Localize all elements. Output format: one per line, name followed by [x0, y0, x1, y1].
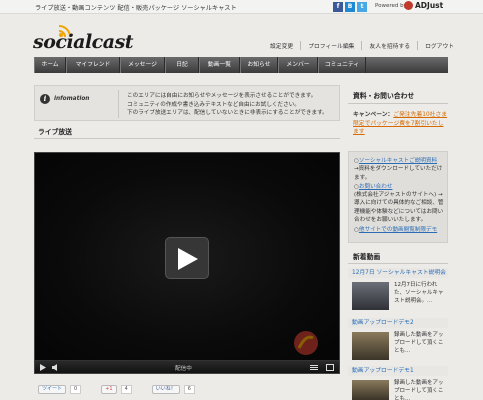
video-player[interactable]: 配信中	[34, 152, 340, 374]
materials-desc: →資料をダウンロードしていただけます。	[354, 166, 443, 181]
share-bar: ツイート 0 +1 4 いいね！ 6	[38, 385, 195, 394]
info-line: コミュニティの作成や書き込みテキストなど自由にお試しください。	[127, 101, 300, 108]
adjust-logo[interactable]: ADJust	[404, 1, 443, 10]
divider	[34, 138, 340, 139]
video-description-text: 12月7日に行われた、ソーシャルキャスト説明会。	[394, 282, 444, 304]
nav-item-messages[interactable]: メッセージ	[120, 57, 165, 73]
video-description: 録画した動画をアップロードして頂くことも...	[394, 332, 444, 354]
nav-item-home[interactable]: ホーム	[34, 57, 66, 73]
socialcast-logo[interactable]: socialcast	[33, 25, 153, 53]
util-link-logout[interactable]: ログアウト	[417, 40, 461, 50]
info-line: このエリアには自由にお知らせやメッセージを表示させることができます。	[127, 93, 317, 99]
info-title: infomation	[54, 96, 90, 102]
nav-item-community[interactable]: コミュニティ	[318, 57, 366, 73]
list-item: ○ソーシャルキャストご説明資料	[354, 158, 438, 164]
adjust-watermark-icon	[294, 331, 318, 355]
campaign-label: キャンペーン：	[353, 112, 394, 118]
utility-nav: 設定変更 プロフィール編集 友人を招待する ログアウト	[270, 40, 461, 50]
play-icon	[178, 248, 198, 270]
video-thumbnail[interactable]	[352, 282, 389, 310]
video-description: 12月7日に行われた、ソーシャルキャスト説明会。...	[394, 282, 446, 305]
video-title-link[interactable]: 動画アップロードデモ2	[348, 318, 448, 328]
inquiry-desc: (株式会社アジャストのサイトへ) →導入に向けての具体的なご相談、管理機能や体験…	[354, 192, 444, 224]
google-plus-button[interactable]: +1	[101, 385, 117, 394]
video-title-link[interactable]: 12月7日 ソーシャルキャスト説明会	[348, 268, 448, 278]
adjust-logo-text: ADJust	[415, 1, 444, 10]
util-link-profile-edit[interactable]: プロフィール編集	[300, 40, 361, 50]
nav-item-my-friends[interactable]: マイフレンド	[66, 57, 120, 73]
video-title-link[interactable]: 動画アップロードデモ1	[348, 366, 448, 376]
tweet-count: 0	[70, 385, 82, 394]
play-control-icon[interactable]	[40, 364, 46, 373]
campaign-notice: キャンペーン：ご発注先着10社さま限定でパッケージ費を7割引いたします	[353, 111, 448, 137]
video-description: 録画した動画をアップロードして頂くことも...	[394, 380, 444, 400]
divider	[348, 263, 448, 264]
main-nav: ホーム マイフレンド メッセージ 日記 動画一覧 お知らせ メンバー コミュニテ…	[34, 57, 448, 73]
nav-item-diary[interactable]: 日記	[165, 57, 199, 73]
fullscreen-icon[interactable]	[326, 364, 334, 373]
list-item: ○お問い合わせ	[354, 183, 393, 190]
util-link-settings[interactable]: 設定変更	[270, 41, 300, 50]
resources-list: ○ソーシャルキャストご説明資料 →資料をダウンロードしていただけます。 ○お問い…	[354, 157, 446, 235]
list-item: ○他サイトでの動画閲覧制限デモ	[354, 227, 438, 234]
like-count: 6	[183, 385, 195, 394]
logo-text: socialcast	[33, 31, 134, 53]
info-line: 下のライブ放送エリアは、配信していないときに非表示にすることができます。	[127, 110, 328, 116]
video-screen[interactable]	[35, 153, 339, 362]
tweet-button[interactable]: ツイート	[38, 385, 67, 394]
video-thumbnail[interactable]	[352, 380, 389, 400]
nav-item-videos[interactable]: 動画一覧	[199, 57, 240, 73]
resources-panel: ○ソーシャルキャストご説明資料 →資料をダウンロードしていただけます。 ○お問い…	[348, 151, 448, 243]
twitter-icon[interactable]: t	[357, 2, 367, 12]
nav-item-members[interactable]: メンバー	[278, 57, 318, 73]
nav-item-news[interactable]: お知らせ	[240, 57, 278, 73]
plus-count: 4	[120, 385, 132, 394]
player-controls: 配信中	[35, 360, 339, 373]
info-message: このエリアには自由にお知らせやメッセージを表示させることができます。 コミュニテ…	[127, 92, 328, 118]
video-list-item[interactable]: 12月7日に行われた、ソーシャルキャスト説明会。...	[348, 280, 448, 314]
new-videos-title: 新着動画	[353, 253, 381, 261]
top-bar: ライブ放送・動画コンテンツ 配信・販売パッケージ ソーシャルキャスト f B t…	[0, 0, 483, 14]
more-link[interactable]: ...	[427, 298, 432, 304]
sidebar-title: 資料・お問い合わせ	[353, 92, 415, 100]
video-list-item[interactable]: 録画した動画をアップロードして頂くことも...	[348, 378, 448, 400]
viewing-limit-demo-link[interactable]: 他サイトでの動画閲覧制限デモ	[359, 227, 437, 233]
inquiry-link[interactable]: お問い合わせ	[359, 184, 393, 190]
info-divider	[118, 90, 119, 118]
powered-by-label: Powered by	[375, 3, 407, 9]
information-box: i infomation このエリアには自由にお知らせやメッセージを表示させるこ…	[34, 85, 340, 121]
broadcast-status: 配信中	[175, 366, 192, 372]
play-button[interactable]	[165, 237, 209, 279]
materials-link[interactable]: ソーシャルキャストご説明資料	[359, 158, 437, 164]
hatena-bookmark-icon[interactable]: B	[345, 2, 355, 12]
info-icon: i	[40, 94, 50, 104]
live-section-title: ライブ放送	[38, 128, 72, 136]
facebook-like-button[interactable]: いいね！	[151, 385, 180, 394]
volume-icon[interactable]	[52, 364, 60, 373]
social-icons: f B t	[333, 2, 367, 12]
video-list-item[interactable]: 録画した動画をアップロードして頂くことも...	[348, 330, 448, 364]
video-thumbnail[interactable]	[352, 332, 389, 360]
util-link-invite-friends[interactable]: 友人を招待する	[361, 40, 417, 50]
divider	[348, 103, 448, 104]
site-tagline: ライブ放送・動画コンテンツ 配信・販売パッケージ ソーシャルキャスト	[35, 5, 237, 12]
settings-icon[interactable]	[310, 364, 318, 373]
facebook-icon[interactable]: f	[333, 2, 343, 12]
adjust-logo-mark	[404, 1, 413, 10]
